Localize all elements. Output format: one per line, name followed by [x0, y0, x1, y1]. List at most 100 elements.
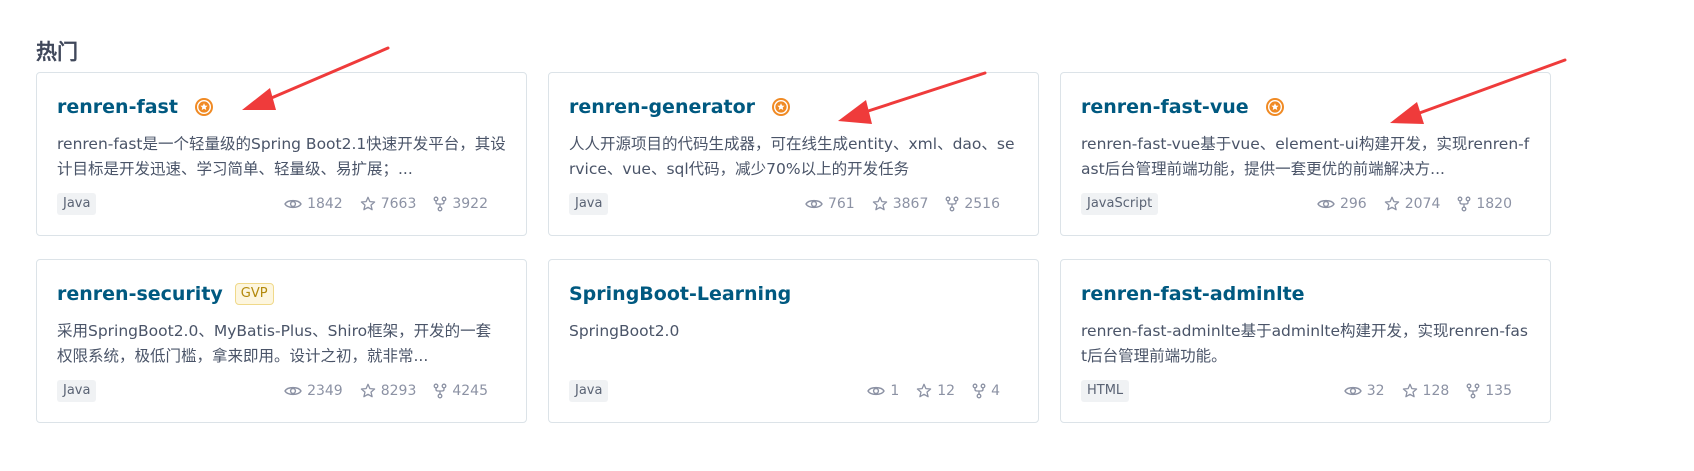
card-header: renren-fast-vue [1081, 93, 1530, 121]
project-description: 采用SpringBoot2.0、MyBatis-Plus、Shiro框架，开发的… [57, 322, 492, 365]
star-icon [1384, 196, 1400, 212]
star-icon [360, 383, 376, 399]
eye-icon [805, 197, 823, 211]
project-description: renren-fast-vue基于vue、element-ui构建开发，实现re… [1081, 135, 1530, 178]
language-tag[interactable]: HTML [1081, 380, 1130, 402]
eye-icon [284, 197, 302, 211]
fork-count: 3922 [452, 196, 488, 212]
watch-stat[interactable]: 761 [805, 196, 855, 212]
watch-stat[interactable]: 1 [867, 383, 899, 399]
star-stat[interactable]: 128 [1402, 383, 1450, 399]
star-count: 128 [1422, 383, 1450, 399]
card-footer: JavaScript 296 2074 1820 [1081, 193, 1512, 215]
star-count: 2074 [1404, 196, 1441, 212]
card-header: renren-fast-adminlte [1081, 280, 1530, 308]
star-icon [1402, 383, 1418, 399]
card-header: renren-generator [569, 93, 1018, 121]
project-name-link[interactable]: renren-generator [569, 96, 755, 118]
medal-icon [1265, 97, 1285, 117]
star-count: 8293 [380, 383, 417, 399]
section-title: 热门 [36, 40, 78, 64]
watch-stat[interactable]: 32 [1343, 383, 1385, 399]
language-tag[interactable]: Java [57, 193, 97, 215]
project-card[interactable]: renren-fast renren-fast是一个轻量级的Spring Boo… [36, 72, 527, 236]
watch-stat[interactable]: 1842 [284, 196, 343, 212]
project-stats: 1842 7663 3922 [284, 196, 488, 212]
language-tag[interactable]: Java [57, 380, 97, 402]
fork-stat[interactable]: 135 [1466, 383, 1512, 399]
star-stat[interactable]: 12 [916, 383, 955, 399]
project-description: SpringBoot2.0 [569, 322, 680, 340]
star-count: 3867 [892, 196, 929, 212]
star-stat[interactable]: 3867 [872, 196, 929, 212]
fork-stat[interactable]: 3922 [433, 196, 488, 212]
fork-stat[interactable]: 2516 [945, 196, 1000, 212]
card-header: SpringBoot-Learning [569, 280, 1018, 308]
fork-count: 135 [1485, 383, 1512, 399]
watch-count: 2349 [307, 383, 343, 399]
project-grid: renren-fast renren-fast是一个轻量级的Spring Boo… [36, 72, 1551, 423]
project-name-link[interactable]: renren-fast-vue [1081, 96, 1249, 118]
project-stats: 2349 8293 4245 [284, 383, 488, 399]
watch-count: 32 [1366, 383, 1385, 399]
star-icon [872, 196, 888, 212]
project-card[interactable]: renren-fast-adminlte renren-fast-adminlt… [1060, 259, 1551, 423]
star-count: 12 [937, 383, 956, 399]
fork-stat[interactable]: 4 [972, 383, 1000, 399]
project-name-link[interactable]: renren-fast [57, 96, 178, 118]
medal-icon [194, 97, 214, 117]
project-stats: 32 128 135 [1343, 383, 1512, 399]
fork-stat[interactable]: 1820 [1457, 196, 1512, 212]
eye-icon [1317, 197, 1335, 211]
fork-count: 4 [991, 383, 1000, 399]
language-tag[interactable]: Java [569, 380, 609, 402]
card-footer: Java 2349 8293 4245 [57, 380, 488, 402]
fork-icon [433, 196, 447, 212]
watch-stat[interactable]: 296 [1317, 196, 1367, 212]
watch-count: 1 [890, 383, 900, 399]
project-description: renren-fast是一个轻量级的Spring Boot2.1快速开发平台，其… [57, 135, 506, 178]
card-footer: Java 1 12 4 [569, 380, 1000, 402]
fork-stat[interactable]: 4245 [433, 383, 488, 399]
project-card[interactable]: renren-generator 人人开源项目的代码生成器，可在线生成entit… [548, 72, 1039, 236]
gvp-badge[interactable]: GVP [234, 283, 274, 305]
fork-icon [433, 383, 447, 399]
watch-count: 296 [1339, 196, 1367, 212]
card-footer: Java 1842 7663 3922 [57, 193, 488, 215]
project-stats: 761 3867 2516 [805, 196, 1000, 212]
card-header: renren-security GVP [57, 280, 506, 308]
language-tag[interactable]: JavaScript [1081, 193, 1159, 215]
watch-stat[interactable]: 2349 [284, 383, 343, 399]
fork-icon [972, 383, 986, 399]
star-icon [360, 196, 376, 212]
star-icon [916, 383, 932, 399]
project-description: 人人开源项目的代码生成器，可在线生成entity、xml、dao、service… [569, 135, 1015, 178]
eye-icon [1343, 384, 1362, 398]
project-card[interactable]: SpringBoot-Learning SpringBoot2.0 Java 1… [548, 259, 1039, 423]
fork-icon [1457, 196, 1471, 212]
eye-icon [867, 384, 886, 398]
fork-count: 4245 [452, 383, 488, 399]
fork-icon [1466, 383, 1480, 399]
project-card[interactable]: renren-fast-vue renren-fast-vue基于vue、ele… [1060, 72, 1551, 236]
medal-icon [771, 97, 791, 117]
watch-count: 1842 [307, 196, 343, 212]
card-footer: Java 761 3867 2516 [569, 193, 1000, 215]
fork-icon [945, 196, 959, 212]
fork-count: 2516 [964, 196, 1000, 212]
project-stats: 296 2074 1820 [1317, 196, 1512, 212]
star-stat[interactable]: 8293 [360, 383, 417, 399]
project-name-link[interactable]: renren-security [57, 283, 223, 305]
project-stats: 1 12 4 [867, 383, 1000, 399]
eye-icon [284, 384, 302, 398]
project-description: renren-fast-adminlte基于adminlte构建开发，实现ren… [1081, 322, 1528, 365]
card-header: renren-fast [57, 93, 506, 121]
project-card[interactable]: renren-security GVP 采用SpringBoot2.0、MyBa… [36, 259, 527, 423]
project-name-link[interactable]: renren-fast-adminlte [1081, 283, 1305, 305]
language-tag[interactable]: Java [569, 193, 609, 215]
star-stat[interactable]: 7663 [360, 196, 417, 212]
star-count: 7663 [380, 196, 417, 212]
watch-count: 761 [827, 196, 855, 212]
star-stat[interactable]: 2074 [1384, 196, 1441, 212]
project-name-link[interactable]: SpringBoot-Learning [569, 283, 791, 305]
